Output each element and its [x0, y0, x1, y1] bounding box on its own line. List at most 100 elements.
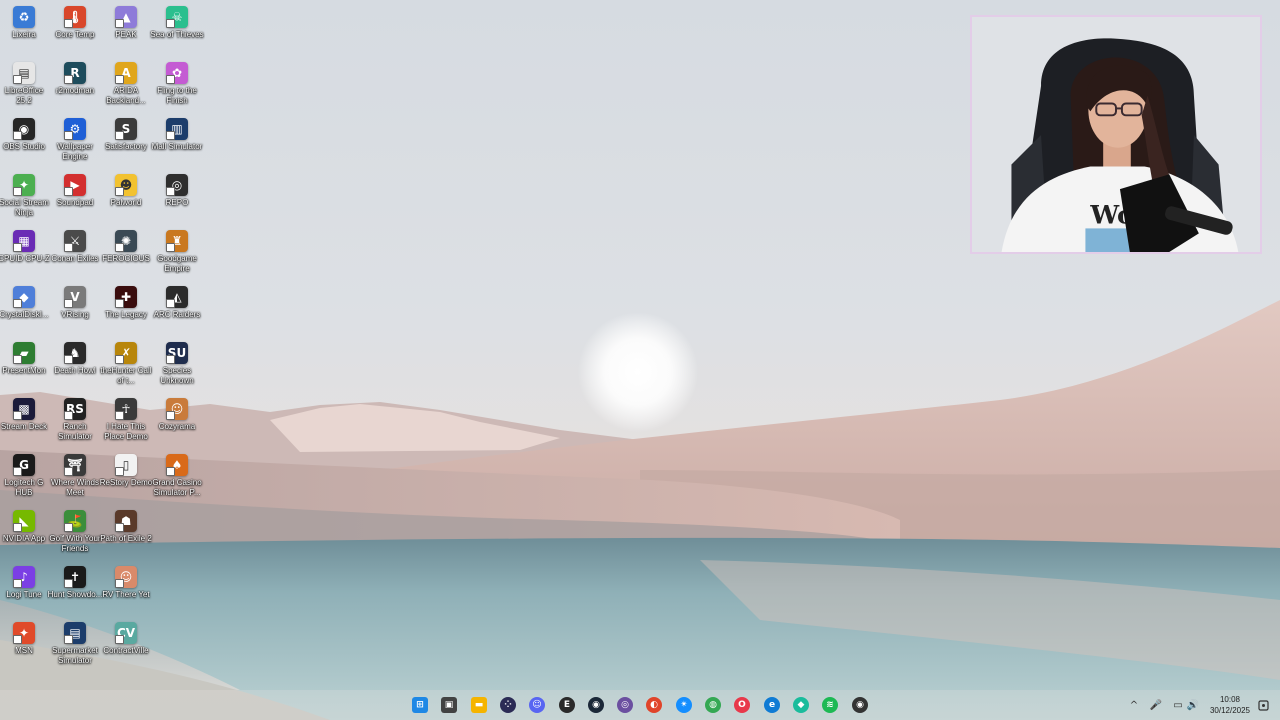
- desktop-icon-ferocious[interactable]: ✺ FEROCIOUS: [101, 230, 151, 286]
- desktop-icon-the-legacy[interactable]: ✚ The Legacy: [101, 286, 151, 342]
- desktop-icon-r2modman[interactable]: Rr2modman: [50, 62, 100, 118]
- desktop-icon-logi-tune[interactable]: ♪ Logi Tune: [0, 566, 49, 622]
- app-icon: RS: [64, 398, 86, 420]
- epic-games-icon: E: [559, 697, 575, 713]
- tray-overflow-chevron-icon[interactable]: ^: [1127, 698, 1141, 712]
- desktop-icon-cozyrama[interactable]: ☺ Cozyrama: [152, 398, 202, 454]
- discord-icon: ☺: [529, 697, 545, 713]
- desktop-icon-msn[interactable]: ✦ MSN: [0, 622, 49, 678]
- app-icon: ⛳: [64, 510, 86, 532]
- desktop-icon-restory-demo[interactable]: ▯ ReStory Demo: [100, 454, 152, 510]
- taskbar-ubisoft-connect[interactable]: ◎: [614, 694, 636, 716]
- desktop-icon-core-temp[interactable]: 🌡 Core Temp: [50, 6, 100, 62]
- desktop-icon-vrising[interactable]: V VRising: [50, 286, 100, 342]
- app-icon: ◉: [13, 118, 35, 140]
- desktop-icon-death-howl[interactable]: ♞ Death Howl: [50, 342, 100, 398]
- desktop-icon-label: Death Howl: [54, 366, 96, 375]
- desktop-icon-label: Core Temp: [55, 30, 95, 39]
- app-icon: 🌡: [64, 6, 86, 28]
- desktop-icon-arc-raiders[interactable]: ◭ ARC Raiders: [152, 286, 202, 342]
- desktop-icon-contractville[interactable]: CV ContractVille: [101, 622, 151, 678]
- desktop-icon-label: Conan Exiles: [51, 254, 99, 263]
- taskbar-opera[interactable]: O: [731, 694, 753, 716]
- desktop-icon-sea-of-thieves[interactable]: ☠ Sea of Thieves: [150, 6, 204, 62]
- desktop-icon-label: RV There Yet: [102, 590, 150, 599]
- desktop-icon-palworld[interactable]: ☻ Palworld: [101, 174, 151, 230]
- desktop-icon-thehunter-call-of-t[interactable]: ✗ theHunter Call of t...: [100, 342, 152, 398]
- taskbar-ea-app[interactable]: ◐: [643, 694, 665, 716]
- desktop-icon-logitech-g-hub[interactable]: G Logitech G HUB: [0, 454, 49, 510]
- desktop-icon-golf-with-your-friends[interactable]: ⛳ Golf With Your Friends: [49, 510, 101, 566]
- app-icon: ✦: [13, 622, 35, 644]
- desktop-icon-presentmon[interactable]: ▰ PresentMon: [0, 342, 49, 398]
- app-icon: ✚: [115, 286, 137, 308]
- app-icon: ▶: [64, 174, 86, 196]
- desktop-icon-label: REPO: [165, 198, 189, 207]
- desktop-icon-nvidia-app[interactable]: ◣ NVIDIA App: [0, 510, 49, 566]
- desktop-icon-rv-there-yet[interactable]: ☺ RV There Yet: [101, 566, 151, 622]
- desktop-icon-soundpad[interactable]: ▶ Soundpad: [50, 174, 100, 230]
- taskbar-edge[interactable]: e: [761, 694, 783, 716]
- desktop-icon-supermarket-simulator[interactable]: ▤ Supermarket Simulator: [50, 622, 100, 678]
- desktop-icon-peak[interactable]: ▲ PEAK: [101, 6, 151, 62]
- taskbar-epic-games[interactable]: E: [556, 694, 578, 716]
- taskbar-file-explorer[interactable]: ▬: [468, 694, 490, 716]
- clock-date: 30/12/2025: [1209, 706, 1251, 715]
- desktop-icon-libreoffice-25-2[interactable]: ▤ LibreOffice 25.2: [0, 62, 49, 118]
- taskbar-obs-tray[interactable]: ◉: [849, 694, 871, 716]
- app-icon: ▲: [115, 6, 137, 28]
- clock-time: 10:08: [1219, 695, 1241, 704]
- desktop-icon-path-of-exile-2[interactable]: ☗ Path of Exile 2: [100, 510, 152, 566]
- volume-icon[interactable]: 🔊: [1186, 698, 1200, 712]
- desktop-icon-obs-studio[interactable]: ◉ OBS Studio: [0, 118, 49, 174]
- desktop-icon-crystaldiski[interactable]: ◆ CrystalDiskI...: [0, 286, 49, 342]
- app-icon: ✦: [13, 174, 35, 196]
- taskbar-discord[interactable]: ☺: [526, 694, 548, 716]
- desktop-icon-hunt-showdo[interactable]: ✝ Hunt Showdo...: [48, 566, 102, 622]
- desktop-icon-social-stream-ninja[interactable]: ✦ Social Stream Ninja: [0, 174, 49, 230]
- desktop-icon-arida-backland[interactable]: A ARIDA Backland...: [101, 62, 151, 118]
- notification-icon[interactable]: [1256, 698, 1270, 712]
- desktop-icon-wallpaper-engine[interactable]: ⚙ Wallpaper Engine: [50, 118, 100, 174]
- desktop-icon-repo[interactable]: ◎ REPO: [152, 174, 202, 230]
- taskbar-clock[interactable]: 10:08 30/12/2025: [1203, 694, 1257, 716]
- taskbar-start-button[interactable]: ⊞: [409, 694, 431, 716]
- desktop-icon-where-winds-meet[interactable]: ⛩ Where Winds Meet: [50, 454, 100, 510]
- app-icon: CV: [115, 622, 137, 644]
- ea-app-icon: ◐: [646, 697, 662, 713]
- desktop-icon-goodgame-empire[interactable]: ♜ Goodgame Empire: [152, 230, 202, 286]
- desktop-icon-cpuid-cpu-z[interactable]: ▦ CPUID CPU-Z: [0, 230, 50, 286]
- taskbar-app-dots[interactable]: ⁘: [497, 694, 519, 716]
- desktop-icon-species-unknown[interactable]: SU Species Unknown: [152, 342, 202, 398]
- desktop-icon-lixeira[interactable]: ♻ Lixeira: [0, 6, 49, 62]
- desktop-icon-i-hate-this-place-demo[interactable]: ☥ I Hate This Place Demo: [101, 398, 151, 454]
- start-button-icon: ⊞: [412, 697, 428, 713]
- app-cyan-icon: ◆: [793, 697, 809, 713]
- desktop-icon-label: The Legacy: [105, 310, 147, 319]
- desktop-icon-mall-simulator[interactable]: ▥ Mall Simulator: [152, 118, 202, 174]
- app-icon: R: [64, 62, 86, 84]
- taskbar-app-cyan[interactable]: ◆: [790, 694, 812, 716]
- network-icon[interactable]: ▭: [1171, 698, 1185, 712]
- desktop-icon-fling-to-the-finish[interactable]: ✿ Fling to the Finish: [152, 62, 202, 118]
- desktop-icon-label: Where Winds Meet: [50, 478, 99, 497]
- spotify-icon: ≋: [822, 697, 838, 713]
- app-icon: ☻: [115, 174, 137, 196]
- desktop-icon-label: Palworld: [110, 198, 142, 207]
- desktop-icon-satisfactory[interactable]: S Satisfactory: [101, 118, 151, 174]
- taskbar-battle-net[interactable]: ✴: [673, 694, 695, 716]
- taskbar-chrome[interactable]: ◍: [702, 694, 724, 716]
- desktop-icon-conan-exiles[interactable]: ⚔ Conan Exiles: [50, 230, 100, 286]
- desktop-icon-grand-casino-simulator-p[interactable]: ♠ Grand Casino Simulator P...: [152, 454, 202, 510]
- file-explorer-icon: ▬: [471, 697, 487, 713]
- microphone-icon[interactable]: 🎤: [1149, 698, 1163, 712]
- taskbar-task-view-button[interactable]: ▣: [438, 694, 460, 716]
- desktop-icon-stream-deck[interactable]: ▩ Stream Deck: [0, 398, 49, 454]
- desktop-icon-ranch-simulator[interactable]: RS Ranch Simulator: [50, 398, 100, 454]
- taskbar-spotify[interactable]: ≋: [819, 694, 841, 716]
- app-dots-icon: ⁘: [500, 697, 516, 713]
- app-icon: ☥: [115, 398, 137, 420]
- taskbar-steam[interactable]: ◉: [585, 694, 607, 716]
- edge-icon: e: [764, 697, 780, 713]
- app-icon: ♜: [166, 230, 188, 252]
